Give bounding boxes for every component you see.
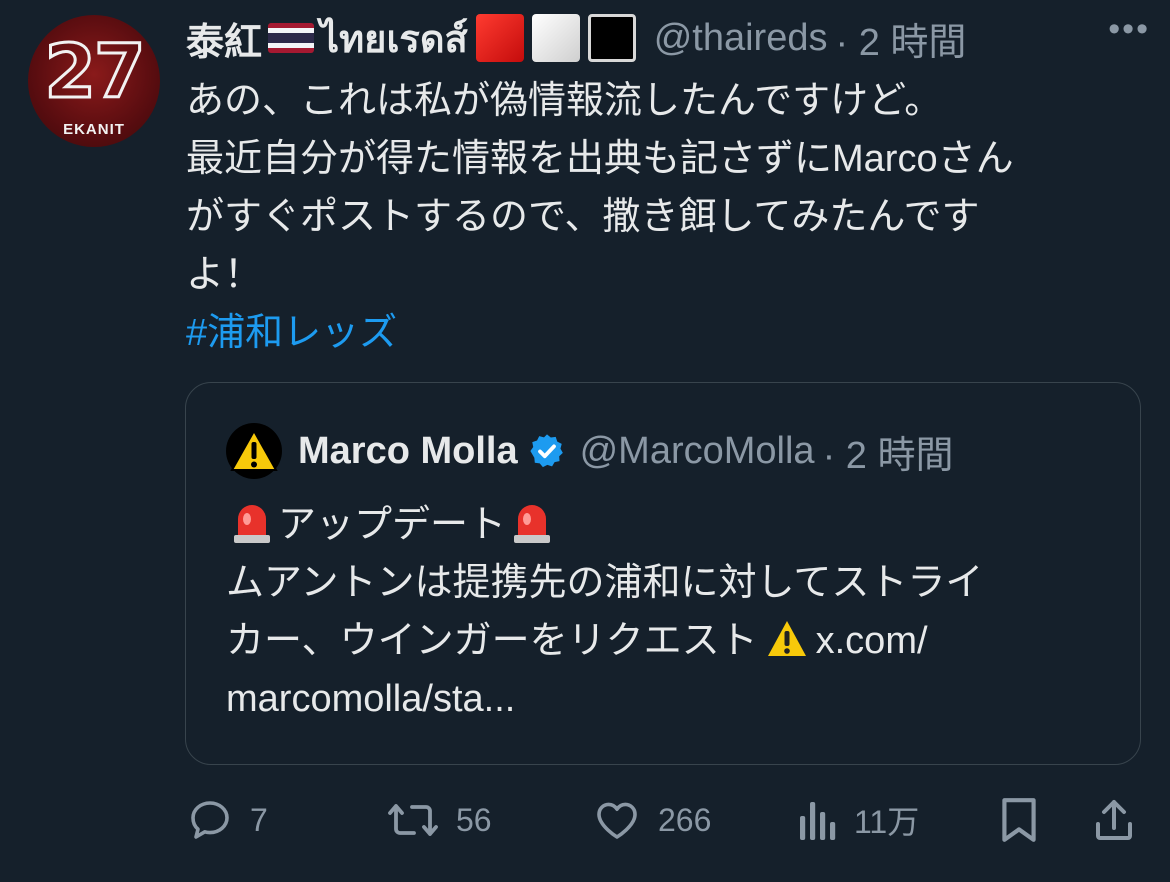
black-square-icon xyxy=(587,14,636,62)
quoted-text: アップデート ムアントンは提携先の浦和に対してストライ カー、ウインガーをリクエ… xyxy=(226,496,1106,728)
repost-count: 56 xyxy=(456,801,492,838)
views-icon xyxy=(800,802,836,840)
repost-button[interactable]: 56 xyxy=(386,790,492,850)
reply-icon xyxy=(191,801,229,839)
quoted-link[interactable]: x.com/ xyxy=(816,620,928,662)
quoted-update-label: アップデート xyxy=(278,504,507,546)
bookmark-icon xyxy=(1002,798,1036,842)
quoted-link-continued[interactable]: marcomolla/sta... xyxy=(226,670,1106,728)
avatar-number: 27 xyxy=(43,28,147,117)
quoted-line3-text: カー、ウインガーをリクエスト xyxy=(226,620,758,662)
action-bar: 7 56 266 11万 xyxy=(186,790,1146,850)
thai-flag-icon xyxy=(268,23,315,53)
quoted-tweet[interactable]: Marco Molla @MarcoMolla · 2 時間 アップデート ムア… xyxy=(185,382,1141,765)
white-square-icon xyxy=(531,14,580,62)
quoted-text-line: ムアントンは提携先の浦和に対してストライ xyxy=(226,562,984,604)
quoted-author-handle[interactable]: @MarcoMolla xyxy=(580,430,815,473)
author-name[interactable]: 泰紅 xyxy=(186,11,262,66)
like-count: 266 xyxy=(658,801,712,838)
quoted-avatar[interactable] xyxy=(226,423,282,479)
avatar-name: EKANIT xyxy=(63,121,125,138)
hashtag-link[interactable]: #浦和レッズ xyxy=(186,304,1136,362)
more-icon[interactable]: ••• xyxy=(1108,10,1150,49)
tweet-header: 泰紅 ไทยเรดส์ @thaireds · 2 時間 ••• xyxy=(186,10,1150,66)
warning-icon xyxy=(230,428,278,471)
quoted-text-line: カー、ウインガーをリクエスト x.com/ xyxy=(226,612,1106,670)
verified-icon xyxy=(529,434,563,468)
like-icon xyxy=(597,802,637,839)
red-square-icon xyxy=(475,14,524,62)
author-handle[interactable]: @thaireds xyxy=(654,17,828,60)
siren-icon xyxy=(234,505,270,543)
reply-count: 7 xyxy=(250,801,268,838)
reply-button[interactable]: 7 xyxy=(186,790,268,850)
quoted-time[interactable]: · 2 時間 xyxy=(823,424,954,479)
tweet-text-line: よ！ xyxy=(186,254,263,296)
tweet-text-line: がすぐポストするので、撒き餌してみたんです xyxy=(186,196,980,238)
like-button[interactable]: 266 xyxy=(592,790,711,850)
views-button[interactable]: 11万 xyxy=(796,790,919,850)
tweet-text-line: 最近自分が得た情報を出典も記さずにMarcoさん xyxy=(186,138,1014,180)
author-name-thai[interactable]: ไทยเรดส์ xyxy=(320,8,468,69)
share-button[interactable] xyxy=(1092,790,1136,850)
bookmark-button[interactable] xyxy=(998,790,1040,850)
author-avatar[interactable]: 27 EKANIT xyxy=(28,15,160,147)
tweet-time[interactable]: · 2 時間 xyxy=(835,11,966,66)
quoted-header: Marco Molla @MarcoMolla · 2 時間 xyxy=(226,423,953,479)
repost-icon xyxy=(388,804,438,836)
tweet-text-line: あの、これは私が偽情報流したんですけど。 xyxy=(186,80,943,122)
views-count: 11万 xyxy=(854,804,920,840)
quoted-author-name[interactable]: Marco Molla xyxy=(298,430,518,473)
share-icon xyxy=(1096,800,1132,840)
tweet-text: あの、これは私が偽情報流したんですけど。 最近自分が得た情報を出典も記さずにMa… xyxy=(186,72,1136,362)
quoted-text-line: アップデート xyxy=(226,496,1106,554)
warning-icon xyxy=(767,621,806,656)
siren-icon xyxy=(514,505,551,543)
